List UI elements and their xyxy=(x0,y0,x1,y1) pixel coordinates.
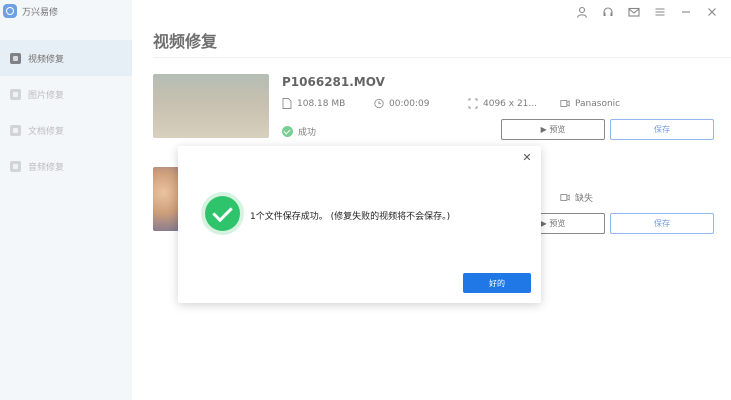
dialog-close-icon[interactable]: ✕ xyxy=(521,152,533,164)
ok-button[interactable]: 好的 xyxy=(463,273,531,293)
dialog-message: 1个文件保存成功。 (修复失败的视频将不会保存。) xyxy=(250,212,451,222)
save-success-dialog: ✕ 1个文件保存成功。 (修复失败的视频将不会保存。) 好的 xyxy=(178,146,541,303)
success-check-icon xyxy=(205,196,240,231)
